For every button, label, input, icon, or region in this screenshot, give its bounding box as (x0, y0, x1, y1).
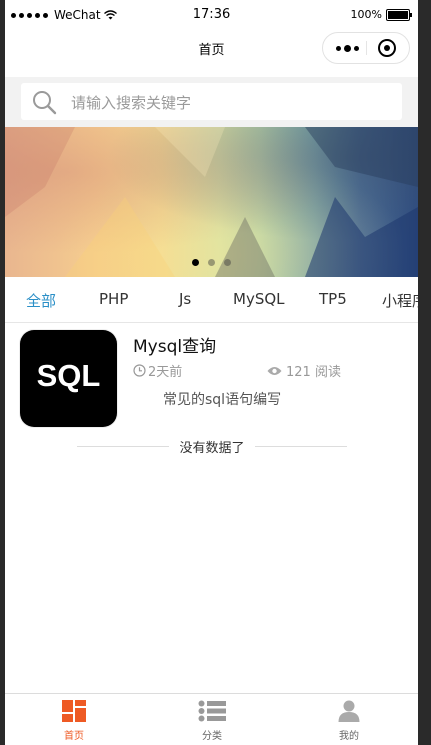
tab-all[interactable]: 全部 (26, 290, 56, 311)
article-views-text: 121 阅读 (286, 365, 341, 380)
tabbar-item-mine[interactable]: 我的 (319, 700, 379, 742)
article-views: 121 阅读 (267, 361, 341, 380)
carousel-dot[interactable] (208, 259, 215, 266)
article-list-item[interactable]: SQL Mysql查询 2天前 121 阅读 常见的sql语句编写 (5, 323, 418, 428)
battery-percent: 100% (350, 8, 382, 21)
clock-icon (133, 364, 146, 377)
category-tabs: 全部 PHP Js MySQL TP5 小程序 (5, 277, 418, 323)
home-grid-icon (62, 700, 86, 722)
close-target-icon[interactable] (378, 39, 396, 57)
list-icon (198, 700, 226, 722)
navigation-bar: 首页 (5, 30, 418, 76)
article-description: 常见的sql语句编写 (163, 392, 282, 408)
tab-php[interactable]: PHP (99, 290, 128, 308)
tab-tp5[interactable]: TP5 (319, 290, 347, 308)
mini-program-capsule (322, 32, 410, 64)
tabbar-label-mine: 我的 (339, 731, 359, 742)
search-input[interactable] (69, 83, 393, 122)
list-end-divider: 没有数据了 (77, 437, 347, 456)
search-box[interactable] (21, 83, 402, 122)
tab-miniprogram[interactable]: 小程序 (382, 290, 418, 311)
status-bar: WeChat 17:36 100% (5, 0, 418, 30)
divider-line (255, 446, 347, 447)
app-screen: WeChat 17:36 100% 首页 请输入搜索关键字 全部 PHP Js … (5, 0, 418, 745)
article-thumbnail: SQL (20, 330, 117, 427)
tabbar-label-home: 首页 (64, 731, 84, 742)
carousel-dot-active[interactable] (192, 259, 199, 266)
more-icon[interactable] (336, 45, 359, 52)
tab-mysql[interactable]: MySQL (233, 290, 285, 308)
tabbar-label-category: 分类 (202, 731, 222, 742)
battery-area: 100% (350, 8, 412, 21)
article-time-text: 2天前 (148, 365, 183, 380)
banner-carousel[interactable] (5, 127, 418, 277)
thumbnail-text: SQL (36, 358, 101, 393)
battery-icon (386, 8, 412, 21)
search-icon (33, 91, 57, 115)
article-title[interactable]: Mysql查询 (133, 332, 216, 357)
search-bar-area (5, 77, 418, 127)
article-time: 2天前 (133, 361, 182, 380)
user-icon (338, 700, 360, 722)
carousel-indicator (192, 259, 231, 266)
tabbar-item-category[interactable]: 分类 (182, 700, 242, 742)
bottom-tab-bar: 首页 分类 我的 (5, 693, 418, 745)
tab-js[interactable]: Js (179, 290, 191, 308)
carousel-dot[interactable] (224, 259, 231, 266)
capsule-divider (366, 41, 367, 55)
eye-icon (267, 366, 282, 375)
tabbar-item-home[interactable]: 首页 (44, 700, 104, 742)
banner-art (5, 127, 418, 277)
